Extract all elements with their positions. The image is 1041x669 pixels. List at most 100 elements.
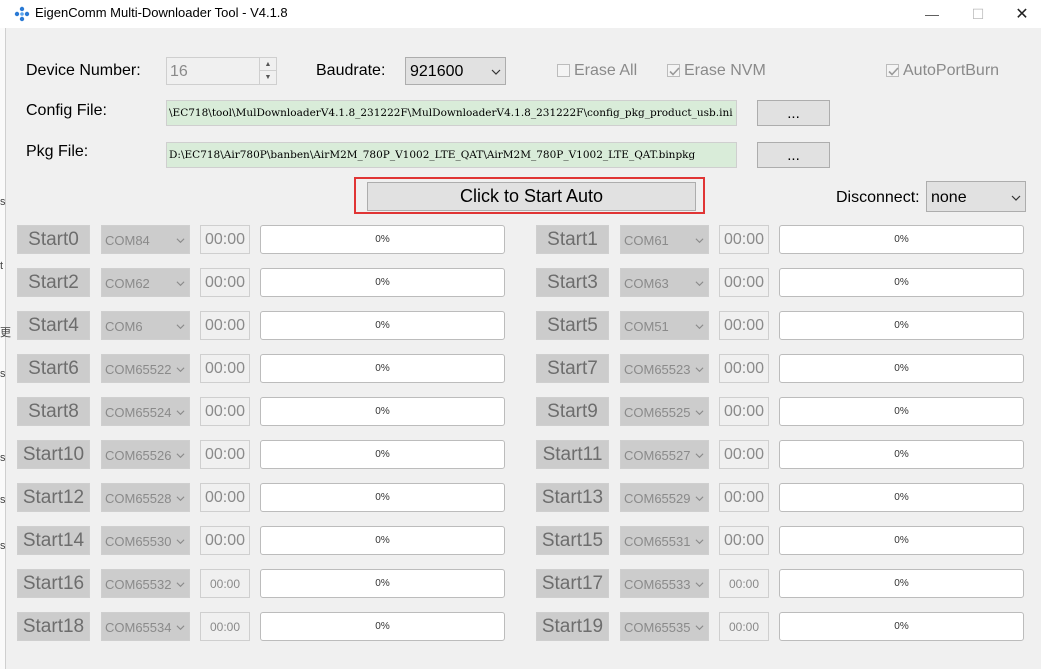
start-button[interactable]: Start18: [17, 612, 90, 641]
progress-bar: 0%: [260, 612, 505, 641]
com-port-select[interactable]: COM51: [620, 311, 709, 340]
progress-bar: 0%: [260, 397, 505, 426]
com-port-select[interactable]: COM62: [101, 268, 190, 297]
elapsed-time: 00:00: [200, 397, 250, 426]
start-button[interactable]: Start13: [536, 483, 609, 512]
background-window-edge: s t 更 s s s s: [0, 28, 11, 669]
elapsed-time: 00:00: [719, 526, 769, 555]
com-port-select[interactable]: COM63: [620, 268, 709, 297]
baudrate-select[interactable]: 921600: [405, 57, 506, 85]
com-port-select[interactable]: COM65525: [620, 397, 709, 426]
start-button[interactable]: Start4: [17, 311, 90, 340]
autoportburn-checkbox[interactable]: [886, 64, 899, 77]
elapsed-time: 00:00: [200, 569, 250, 598]
start-button[interactable]: Start10: [17, 440, 90, 469]
com-port-select[interactable]: COM65527: [620, 440, 709, 469]
edge-glyph: s: [0, 452, 6, 464]
browse-pkg-button[interactable]: ...: [757, 142, 830, 168]
disconnect-select[interactable]: none: [926, 181, 1026, 212]
progress-bar: 0%: [260, 569, 505, 598]
start-button[interactable]: Start14: [17, 526, 90, 555]
chevron-down-icon: [695, 281, 704, 287]
com-port-select[interactable]: COM84: [101, 225, 190, 254]
com-port-value: COM6: [105, 319, 143, 334]
elapsed-time: 00:00: [719, 311, 769, 340]
close-button[interactable]: ✕: [999, 0, 1041, 28]
elapsed-time: 00:00: [200, 526, 250, 555]
com-port-select[interactable]: COM6: [101, 311, 190, 340]
start-button[interactable]: Start9: [536, 397, 609, 426]
chevron-down-icon: [176, 410, 185, 416]
progress-bar: 0%: [779, 268, 1024, 297]
start-button[interactable]: Start12: [17, 483, 90, 512]
start-button[interactable]: Start8: [17, 397, 90, 426]
progress-bar: 0%: [260, 354, 505, 383]
start-button[interactable]: Start11: [536, 440, 609, 469]
com-port-select[interactable]: COM65522: [101, 354, 190, 383]
maximize-button[interactable]: ☐: [955, 0, 1001, 28]
chevron-down-icon: [695, 453, 704, 459]
elapsed-time: 00:00: [719, 397, 769, 426]
start-button[interactable]: Start0: [17, 225, 90, 254]
com-port-select[interactable]: COM65523: [620, 354, 709, 383]
chevron-down-icon: [695, 625, 704, 631]
disconnect-value: none: [931, 189, 967, 206]
title-bar: EigenComm Multi-Downloader Tool - V4.1.8…: [0, 0, 1041, 28]
com-port-select[interactable]: COM65531: [620, 526, 709, 555]
config-file-input[interactable]: \EC718\tool\MulDownloaderV4.1.8_231222F\…: [166, 100, 737, 126]
com-port-select[interactable]: COM65535: [620, 612, 709, 641]
progress-bar: 0%: [779, 440, 1024, 469]
elapsed-time: 00:00: [200, 354, 250, 383]
com-port-select[interactable]: COM65530: [101, 526, 190, 555]
com-port-select[interactable]: COM61: [620, 225, 709, 254]
chevron-down-icon: [491, 69, 501, 75]
minimize-icon: —: [925, 6, 939, 22]
edge-glyph: s: [0, 494, 6, 506]
start-button[interactable]: Start17: [536, 569, 609, 598]
start-button[interactable]: Start16: [17, 569, 90, 598]
spin-up-icon[interactable]: ▲: [260, 58, 276, 71]
elapsed-time: 00:00: [719, 569, 769, 598]
elapsed-time: 00:00: [200, 440, 250, 469]
elapsed-time: 00:00: [200, 612, 250, 641]
start-button[interactable]: Start3: [536, 268, 609, 297]
start-button[interactable]: Start1: [536, 225, 609, 254]
com-port-select[interactable]: COM65534: [101, 612, 190, 641]
start-auto-button[interactable]: Click to Start Auto: [367, 182, 696, 211]
com-port-value: COM61: [624, 233, 669, 248]
com-port-select[interactable]: COM65524: [101, 397, 190, 426]
com-port-value: COM65523: [624, 362, 691, 377]
com-port-select[interactable]: COM65526: [101, 440, 190, 469]
start-button[interactable]: Start15: [536, 526, 609, 555]
chevron-down-icon: [1011, 195, 1021, 201]
start-button[interactable]: Start7: [536, 354, 609, 383]
elapsed-time: 00:00: [200, 225, 250, 254]
spin-down-icon[interactable]: ▼: [260, 71, 276, 84]
disconnect-label: Disconnect:: [836, 189, 920, 206]
com-port-value: COM51: [624, 319, 669, 334]
elapsed-time: 00:00: [719, 354, 769, 383]
com-port-select[interactable]: COM65528: [101, 483, 190, 512]
baudrate-label: Baudrate:: [316, 62, 386, 79]
start-button[interactable]: Start19: [536, 612, 609, 641]
chevron-down-icon: [176, 281, 185, 287]
progress-bar: 0%: [779, 311, 1024, 340]
start-button[interactable]: Start2: [17, 268, 90, 297]
erase-nvm-checkbox[interactable]: [667, 64, 680, 77]
elapsed-time: 00:00: [200, 483, 250, 512]
com-port-select[interactable]: COM65533: [620, 569, 709, 598]
com-port-select[interactable]: COM65532: [101, 569, 190, 598]
chevron-down-icon: [695, 539, 704, 545]
minimize-button[interactable]: —: [909, 0, 955, 28]
start-button[interactable]: Start6: [17, 354, 90, 383]
com-port-value: COM84: [105, 233, 150, 248]
browse-config-button[interactable]: ...: [757, 100, 830, 126]
com-port-value: COM65527: [624, 448, 691, 463]
erase-all-checkbox[interactable]: [557, 64, 570, 77]
start-button[interactable]: Start5: [536, 311, 609, 340]
config-file-label: Config File:: [26, 102, 107, 119]
device-number-spinner[interactable]: 16 ▲ ▼: [166, 57, 277, 85]
pkg-file-input[interactable]: D:\EC718\Air780P\banben\AirM2M_780P_V100…: [166, 142, 737, 168]
com-port-select[interactable]: COM65529: [620, 483, 709, 512]
com-port-value: COM65524: [105, 405, 172, 420]
